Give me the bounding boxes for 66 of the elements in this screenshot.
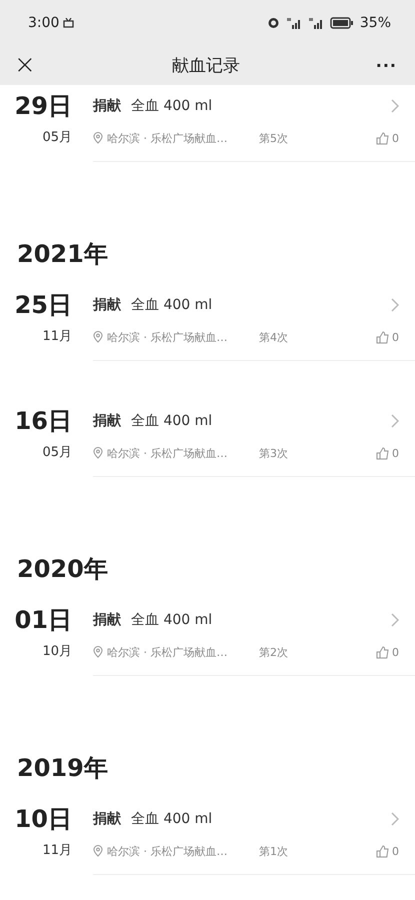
chevron-right-icon (391, 812, 399, 826)
day-number: 25日 (14, 290, 72, 321)
clock-time: 3:00 (28, 14, 60, 30)
day-number: 01日 (14, 605, 72, 636)
donation-count: 第3次 (259, 446, 289, 460)
donation-count: 第1次 (259, 844, 289, 858)
battery-percentage: 35% (360, 14, 391, 30)
year-heading: 2019年 (17, 753, 108, 784)
thumbs-up-icon[interactable] (376, 330, 389, 344)
signal-icon (286, 16, 302, 28)
signal-icon (308, 16, 324, 28)
month-label: 05月 (42, 129, 72, 147)
month-label: 11月 (42, 842, 72, 860)
day-number: 29日 (14, 91, 72, 122)
thumbs-up-icon[interactable] (376, 446, 389, 460)
location-pin-icon (93, 845, 103, 857)
month-label: 11月 (42, 328, 72, 346)
chevron-right-icon (391, 613, 399, 627)
page-title: 献血记录 (170, 54, 241, 76)
donation-detail: 全血 400 ml (131, 611, 214, 629)
donation-count: 第4次 (259, 330, 289, 344)
location-text: 哈尔滨 · 乐松广场献血… (107, 446, 228, 460)
record-row[interactable]: 捐献 全血 400 ml 哈尔滨 · 乐松广场献血… 第2次 0 (93, 604, 415, 676)
location-text: 哈尔滨 · 乐松广场献血… (107, 644, 228, 660)
chevron-right-icon (391, 414, 399, 428)
location-text: 哈尔滨 · 乐松广场献血… (107, 330, 228, 344)
thumbs-up-icon[interactable] (376, 646, 389, 658)
location-pin-icon (93, 646, 103, 658)
thumbs-up-icon[interactable] (376, 132, 389, 144)
chevron-right-icon (391, 99, 399, 113)
day-number: 10日 (14, 804, 72, 835)
location-pin-icon (93, 132, 103, 144)
donation-detail: 全血 400 ml (131, 97, 214, 115)
donation-type: 捐献 (93, 611, 121, 629)
donation-type: 捐献 (93, 412, 121, 430)
battery-icon (330, 16, 354, 28)
like-count: 0 (392, 646, 399, 658)
location-pin-icon (93, 331, 103, 343)
year-heading: 2020年 (17, 554, 108, 585)
donation-type: 捐献 (93, 810, 121, 828)
day-number: 16日 (14, 406, 72, 437)
donation-count: 第2次 (259, 644, 289, 660)
chevron-right-icon (391, 298, 399, 312)
record-row[interactable]: 捐献 全血 400 ml 哈尔滨 · 乐松广场献血… 第4次 0 (93, 289, 415, 361)
donation-count: 第5次 (259, 130, 289, 146)
close-button[interactable]: × (10, 52, 40, 78)
donation-detail: 全血 400 ml (131, 296, 214, 314)
like-count: 0 (392, 844, 399, 858)
like-count: 0 (392, 446, 399, 460)
month-label: 10月 (42, 643, 72, 661)
record-row[interactable]: 捐献 全血 400 ml 哈尔滨 · 乐松广场献血… 第3次 0 (93, 405, 415, 477)
donation-type: 捐献 (93, 97, 121, 115)
location-pin-icon (93, 447, 103, 459)
year-heading: 2021年 (17, 239, 108, 270)
location-text: 哈尔滨 · 乐松广场献血… (107, 130, 228, 146)
more-button[interactable]: ··· (372, 56, 401, 74)
donation-detail: 全血 400 ml (131, 810, 214, 828)
thumbs-up-icon[interactable] (376, 844, 389, 858)
record-row[interactable]: 捐献 全血 400 ml 哈尔滨 · 乐松广场献血… 第5次 0 (93, 90, 415, 162)
donation-type: 捐献 (93, 296, 121, 314)
like-count: 0 (392, 330, 399, 344)
like-count: 0 (392, 132, 399, 144)
record-row[interactable]: 捐献 全血 400 ml 哈尔滨 · 乐松广场献血… 第1次 0 (93, 803, 415, 875)
month-label: 05月 (42, 444, 72, 462)
donation-detail: 全血 400 ml (131, 412, 214, 430)
location-text: 哈尔滨 · 乐松广场献血… (107, 844, 228, 858)
